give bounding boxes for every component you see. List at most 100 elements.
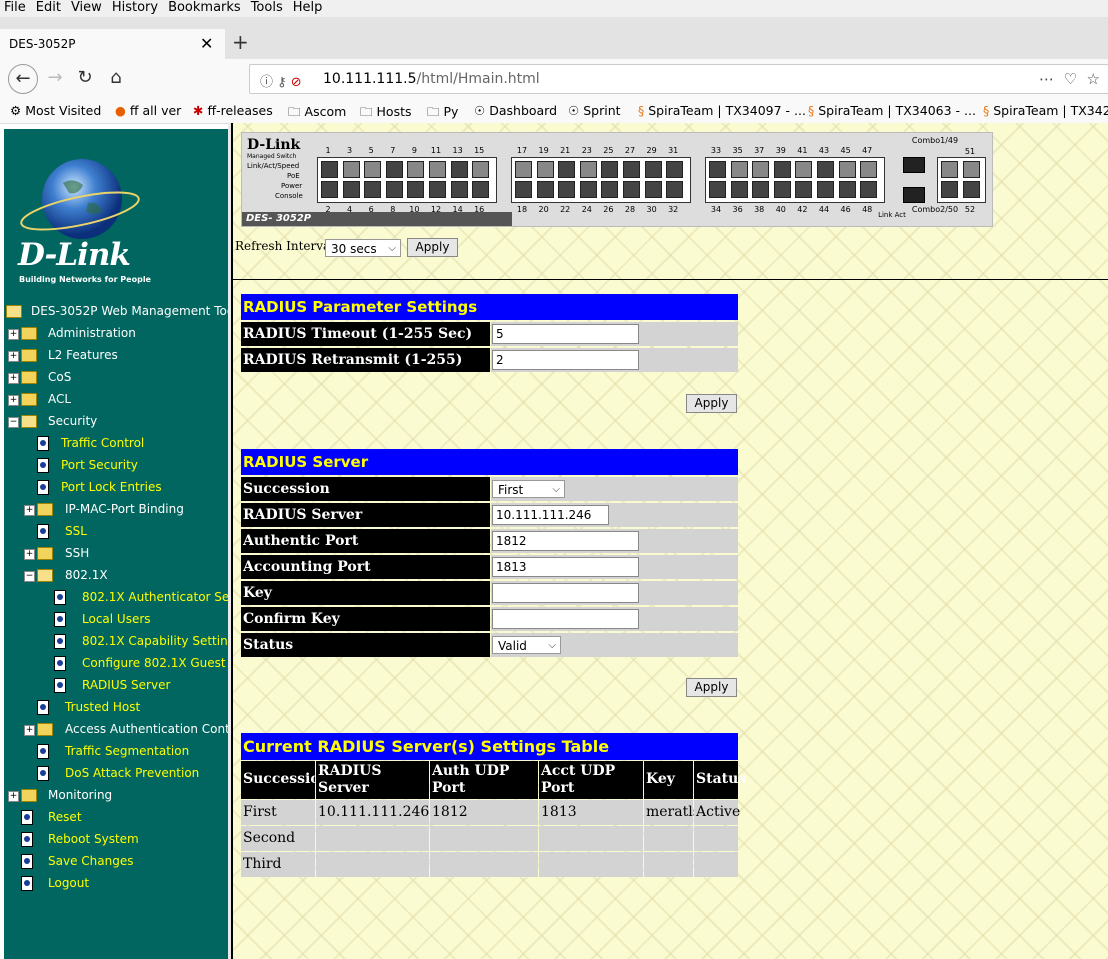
port-17[interactable] [515,161,532,178]
port-51[interactable] [963,161,980,178]
radius-timeout-input[interactable]: 5 [492,324,639,344]
collapse-icon[interactable]: − [8,417,19,428]
radius-server-apply-button[interactable]: Apply [686,678,737,697]
port-3[interactable] [342,161,360,178]
bookmark-item[interactable]: § SpiraTeam | TX342 [983,103,1108,118]
port-15[interactable] [472,161,490,178]
port-28[interactable] [623,181,640,198]
refresh-interval-select[interactable]: 30 secs ⌵ [325,239,401,257]
url-bar[interactable]: ⓘ ⚷ ⊘ 10.111.111.5/html/Hmain.html ⋯ ♡ ☆ [249,64,1108,94]
port-47[interactable] [860,161,878,178]
port-13[interactable] [450,161,468,178]
port-45[interactable] [838,161,856,178]
expand-icon[interactable]: + [8,791,19,802]
menu-bookmarks[interactable]: Bookmarks [163,0,246,15]
browser-tab[interactable]: DES-3052P ✕ [0,29,225,59]
port-34[interactable] [709,181,726,198]
port-52[interactable] [963,181,980,198]
port-31[interactable] [666,161,684,178]
radius-server-input[interactable]: 10.111.111.246 [492,505,609,525]
port-24[interactable] [579,181,597,198]
port-38[interactable] [752,181,770,198]
sfp-port-50[interactable] [903,187,925,203]
expand-icon[interactable]: + [8,351,19,362]
refresh-apply-button[interactable]: Apply [407,238,458,257]
port-30[interactable] [644,181,662,198]
menu-history[interactable]: History [107,0,163,15]
confirm-key-input[interactable] [492,609,639,629]
radius-retransmit-input[interactable]: 2 [492,350,639,370]
port-26[interactable] [601,181,619,198]
bookmark-item[interactable]: 🗀 Hosts [360,103,412,123]
port-49[interactable] [941,161,958,178]
port-6[interactable] [364,181,382,198]
port-1[interactable] [321,161,338,178]
port-40[interactable] [773,181,791,198]
expand-icon[interactable]: + [24,725,35,736]
bookmark-item[interactable]: ☉ Dashboard [474,103,557,118]
port-11[interactable] [429,161,446,178]
port-16[interactable] [472,181,490,198]
status-select[interactable]: Valid ⌵ [492,636,561,654]
port-39[interactable] [773,161,791,178]
expand-icon[interactable]: + [8,373,19,384]
menu-tools[interactable]: Tools [246,0,288,15]
forward-icon[interactable]: → [42,65,68,91]
authentic-port-input[interactable]: 1812 [492,531,639,551]
key-input[interactable] [492,583,639,603]
port-23[interactable] [579,161,597,178]
port-37[interactable] [752,161,770,178]
port-42[interactable] [795,181,813,198]
port-32[interactable] [666,181,684,198]
collapse-icon[interactable]: − [24,571,35,582]
home-icon[interactable]: ⌂ [103,65,129,91]
port-10[interactable] [407,181,425,198]
expand-icon[interactable]: + [8,395,19,406]
bookmark-item[interactable]: ✱ ff-releases [193,103,273,118]
port-7[interactable] [385,161,403,178]
port-20[interactable] [536,181,554,198]
sfp-port-49[interactable] [903,157,925,173]
port-4[interactable] [342,181,360,198]
port-33[interactable] [709,161,726,178]
port-36[interactable] [730,181,748,198]
menu-edit[interactable]: Edit [31,0,66,15]
port-35[interactable] [730,161,748,178]
reload-icon[interactable]: ↻ [72,65,98,91]
port-5[interactable] [364,161,382,178]
port-27[interactable] [623,161,640,178]
close-icon[interactable]: ✕ [200,34,213,53]
accounting-port-input[interactable]: 1813 [492,557,639,577]
bookmark-item[interactable]: ● ff all ver [115,103,181,118]
port-12[interactable] [429,181,446,198]
menu-file[interactable]: File [0,0,31,15]
bookmark-item[interactable]: 🗀 Py [427,103,458,123]
port-50[interactable] [941,181,958,198]
port-2[interactable] [321,181,338,198]
port-46[interactable] [838,181,856,198]
port-21[interactable] [558,161,576,178]
port-18[interactable] [515,181,532,198]
port-44[interactable] [817,181,834,198]
bookmark-item[interactable]: § SpiraTeam | TX34097 - ... [638,103,806,118]
bookmark-item[interactable]: ☉ Sprint [568,103,621,118]
menu-help[interactable]: Help [288,0,328,15]
menu-view[interactable]: View [66,0,107,15]
port-43[interactable] [817,161,834,178]
page-actions-icon[interactable]: ⋯ ♡ ☆ [1039,70,1100,88]
bookmark-item[interactable]: 🗀 Ascom [288,103,346,123]
radius-params-apply-button[interactable]: Apply [686,394,737,413]
back-icon[interactable]: ← [8,64,38,94]
port-41[interactable] [795,161,813,178]
port-9[interactable] [407,161,425,178]
expand-icon[interactable]: + [8,329,19,340]
site-info-icon[interactable]: ⓘ ⚷ ⊘ [260,71,302,90]
new-tab-icon[interactable]: + [232,30,249,54]
expand-icon[interactable]: + [24,505,35,516]
port-19[interactable] [536,161,554,178]
port-48[interactable] [860,181,878,198]
port-14[interactable] [450,181,468,198]
succession-select[interactable]: First ⌵ [492,480,565,498]
port-8[interactable] [385,181,403,198]
bookmark-item[interactable]: ⚙ Most Visited [10,103,101,118]
